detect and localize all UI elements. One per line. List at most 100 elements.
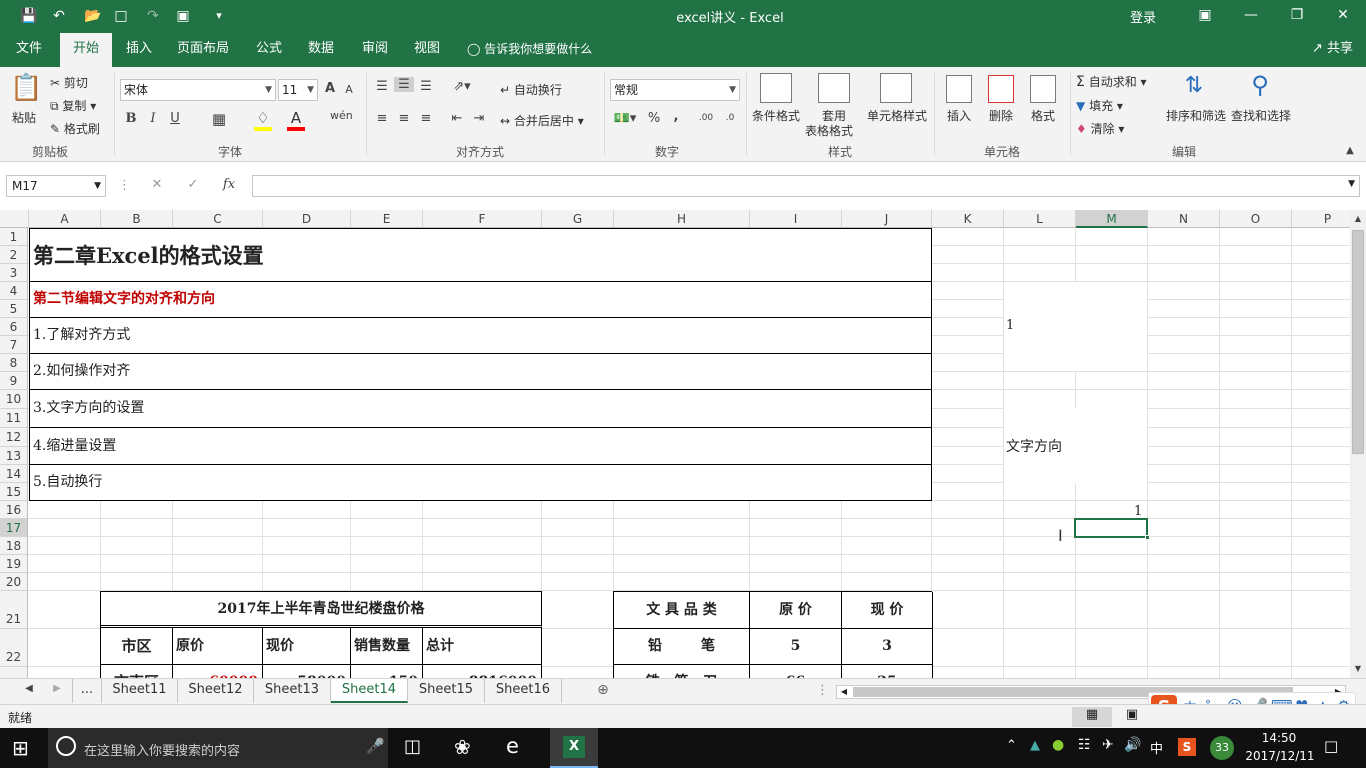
price-cell-total[interactable]: 8816000 [423,665,542,678]
underline-button[interactable]: U [168,111,182,126]
cell-item-4[interactable]: 4.缩进量设置 [29,427,932,465]
tray-airplane-icon[interactable]: ✈ [1102,737,1114,753]
stationery-cell-current[interactable]: 3 [842,629,933,665]
price-table-title[interactable]: 2017年上半年青岛世纪楼盘价格 [101,592,542,628]
tab-page-layout[interactable]: 页面布局 [172,33,234,67]
shrink-font-icon[interactable]: A [342,83,356,96]
tab-view[interactable]: 视图 [406,33,448,67]
stationery-cell-original[interactable]: 66 [750,665,842,678]
format-painter-button[interactable]: ✎ 格式刷 [50,120,100,137]
delete-cells-button[interactable]: 删除 [989,107,1013,124]
cell-l5-merged[interactable]: 1 [1004,282,1147,371]
row-header[interactable]: 11 [0,409,28,428]
font-name-select[interactable]: 宋体 ▼ [120,79,276,101]
column-header[interactable]: H [614,210,750,228]
sheet-tab[interactable]: Sheet16 [485,679,562,703]
column-header[interactable]: P [1292,210,1350,228]
tray-expand-icon[interactable]: ⌃ [1006,738,1017,753]
clock-time[interactable]: 14:50 [1244,731,1314,745]
fill-button[interactable]: ▼ 填充 ▾ [1076,97,1123,114]
excel-taskbar-button[interactable]: X [550,728,598,768]
column-header[interactable]: L [1004,210,1076,228]
insert-function-button[interactable]: fx [218,177,240,192]
grow-font-icon[interactable]: A [322,81,338,96]
next-sheet-icon[interactable]: ▶ [50,683,64,694]
row-header[interactable]: 15 [0,483,28,501]
row-header[interactable]: 19 [0,555,28,573]
column-header[interactable]: K [932,210,1004,228]
fill-handle[interactable] [1145,535,1150,540]
login-link[interactable]: 登录 [1130,7,1156,26]
stationery-cell-current[interactable]: 25 [842,665,933,678]
tab-data[interactable]: 数据 [300,33,342,67]
tab-file[interactable]: 文件 [8,33,50,67]
tray-app-icon[interactable]: ▲ [1030,738,1040,753]
align-bottom-icon[interactable]: ☰ [418,79,434,94]
collapse-ribbon-icon[interactable]: ▲ [1344,145,1356,156]
column-header[interactable]: D [263,210,351,228]
column-header[interactable]: I [750,210,842,228]
sort-filter-icon[interactable]: ⇅ [1178,73,1210,98]
tray-sogou-icon[interactable]: S [1178,738,1196,756]
align-center-icon[interactable]: ≡ [396,111,412,126]
column-header[interactable]: C [173,210,263,228]
notifications-icon[interactable]: □ [1324,737,1338,755]
phonetic-icon[interactable]: wén [330,109,353,122]
copy-button[interactable]: ⧉ 复制 ▾ [50,97,96,114]
align-left-icon[interactable]: ≡ [374,111,390,126]
column-header[interactable]: G [542,210,614,228]
font-size-select[interactable]: 11 ▼ [278,79,318,101]
find-select-button[interactable]: 查找和选择 [1231,107,1291,124]
price-cell-quantity[interactable]: 150 [351,665,423,678]
scroll-up-icon[interactable]: ▲ [1352,214,1364,223]
select-all-corner[interactable] [0,210,29,228]
price-header-current[interactable]: 现价 [263,628,351,665]
price-header-original[interactable]: 原价 [173,628,263,665]
clear-button[interactable]: ♦ 清除 ▾ [1076,120,1124,137]
increase-indent-icon[interactable]: ⇥ [470,111,488,126]
taskbar-search[interactable]: 在这里输入你要搜索的内容 🎤 [48,728,388,768]
sheet-tab[interactable]: Sheet13 [254,679,331,703]
cell-item-1[interactable]: 1.了解对齐方式 [29,317,932,354]
sheet-tab[interactable]: Sheet11 [102,679,178,703]
row-header-active[interactable]: 17 [0,519,28,537]
row-header[interactable]: 1 [0,228,28,246]
row-header[interactable]: 12 [0,428,28,447]
save-icon[interactable]: 💾 [18,6,40,26]
insert-cells-button[interactable]: 插入 [947,107,971,124]
price-header-total[interactable]: 总计 [423,628,542,665]
paste-icon[interactable]: 📋 [10,73,42,107]
comma-button[interactable]: , [670,109,682,124]
page-layout-view-icon[interactable]: ▣ [1120,707,1144,727]
cell-l11-merged[interactable]: 文字方向 [1004,408,1147,483]
cell-item-2[interactable]: 2.如何操作对齐 [29,353,932,390]
column-header[interactable]: N [1148,210,1220,228]
align-top-icon[interactable]: ☰ [374,79,390,94]
row-header[interactable]: 13 [0,447,28,465]
italic-button[interactable]: I [146,111,160,126]
restore-icon[interactable]: ❐ [1274,0,1320,33]
decrease-decimal-icon[interactable]: .0 [720,113,740,123]
new-file-icon[interactable]: □ [110,6,132,26]
row-header[interactable] [0,667,28,678]
undo-icon[interactable]: ↶ [48,6,70,26]
row-header[interactable]: 9 [0,372,28,390]
row-header[interactable]: 20 [0,573,28,591]
row-header[interactable]: 5 [0,300,28,318]
cell-section[interactable]: 第二节编辑文字的对齐和方向 [29,281,932,318]
delete-cells-icon[interactable] [988,75,1014,103]
row-header[interactable]: 4 [0,282,28,300]
formula-input[interactable]: ▼ [252,175,1360,197]
microphone-icon[interactable]: 🎤 [366,737,385,755]
orientation-icon[interactable]: ⇗▾ [450,79,474,94]
row-header[interactable]: 16 [0,501,28,519]
cell-title[interactable]: 第二章Excel的格式设置 [29,228,932,282]
stationery-cell-original[interactable]: 5 [750,629,842,665]
font-color-icon[interactable]: A [287,109,305,131]
add-sheet-icon[interactable]: ⊕ [594,682,612,698]
cancel-icon[interactable]: ✕ [148,177,166,192]
price-header-quantity[interactable]: 销售数量 [351,628,423,665]
align-right-icon[interactable]: ≡ [418,111,434,126]
stationery-header-original[interactable]: 原 价 [750,592,842,629]
price-cell-current[interactable]: 58000 [263,665,351,678]
